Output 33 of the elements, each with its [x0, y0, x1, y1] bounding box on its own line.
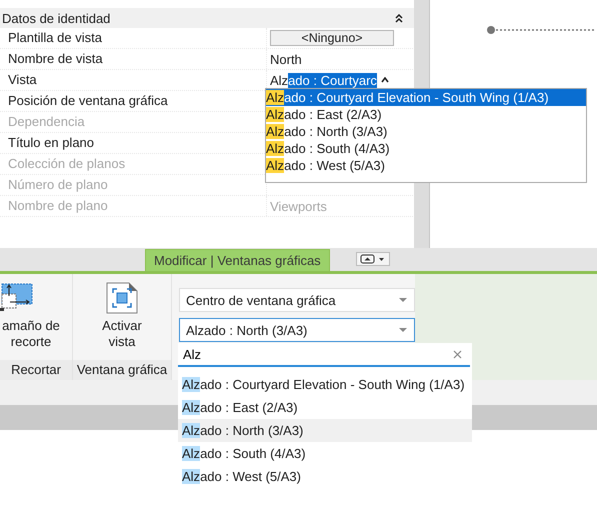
- dropdown-option[interactable]: Alzado : South (4/A3): [178, 442, 472, 465]
- collapse-icon[interactable]: [395, 14, 403, 22]
- dropdown-option[interactable]: Alzado : West (5/A3): [178, 465, 472, 488]
- property-label: Plantilla de vista: [0, 28, 267, 48]
- dropdown-arrow-icon: [398, 327, 408, 333]
- dropdown-option[interactable]: Alzado : North (3/A3): [266, 123, 586, 140]
- property-label: Nombre de vista: [0, 49, 267, 69]
- dropdown-arrow-icon: [398, 297, 408, 303]
- property-value: Viewports: [270, 198, 327, 214]
- dropdown-option[interactable]: Alzado : Courtyard Elevation - South Wing (1/A3): [266, 89, 586, 106]
- panel-title: Recortar: [0, 360, 72, 380]
- view-dropdown[interactable]: Alzado : North (3/A3): [179, 318, 415, 342]
- search-field[interactable]: Alz: [178, 346, 453, 362]
- position-dropdown[interactable]: Centro de ventana gráfica: [179, 288, 415, 312]
- template-button[interactable]: <Ninguno>: [270, 30, 394, 46]
- group-title: Datos de identidad: [2, 10, 110, 26]
- dropdown-option[interactable]: Alzado : South (4/A3): [266, 140, 586, 157]
- dropdown-option[interactable]: Alzado : Courtyard Elevation - South Wing (1/A3): [178, 373, 472, 396]
- group-header[interactable]: Datos de identidad: [0, 8, 415, 28]
- property-label: Nombre de plano: [0, 196, 267, 216]
- ribbon-tab[interactable]: Modificar | Ventanas gráficas: [145, 249, 330, 271]
- ribbon-toggle-button[interactable]: [356, 252, 390, 266]
- dropdown-option[interactable]: Alzado : East (2/A3): [266, 106, 586, 123]
- panel-title: Ventana gráfica: [73, 360, 171, 380]
- dropdown-option[interactable]: Alzado : North (3/A3): [178, 419, 472, 442]
- ribbon-tool-button[interactable]: amaño de recorte: [0, 274, 72, 350]
- dropdown-option[interactable]: Alzado : West (5/A3): [266, 157, 586, 174]
- caret-icon[interactable]: [380, 77, 389, 83]
- property-value: North: [270, 52, 302, 66]
- dropdown-option[interactable]: Alzado : East (2/A3): [178, 396, 472, 419]
- viewport-icon: [106, 282, 138, 314]
- clear-icon[interactable]: [453, 350, 462, 358]
- ribbon-tool-button[interactable]: Activar vista: [73, 274, 171, 350]
